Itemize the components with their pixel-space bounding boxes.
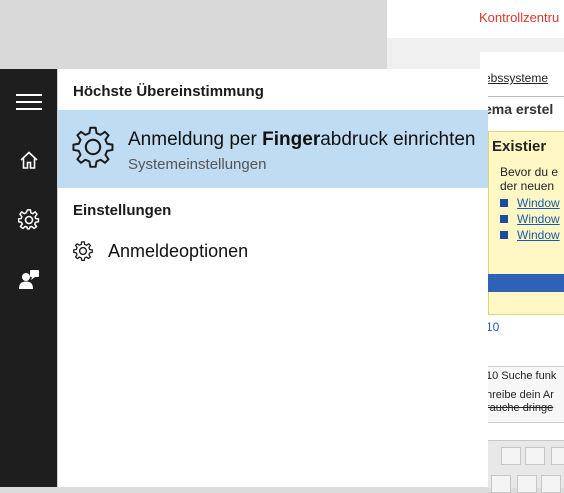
- paste-text-icon[interactable]: [525, 447, 545, 465]
- desktop-background: [0, 0, 387, 69]
- description-line: rauche dringe: [486, 402, 554, 414]
- gear-icon: [72, 126, 114, 168]
- paste-icon[interactable]: [501, 447, 521, 465]
- settings-result-label: Anmeldeoptionen: [108, 241, 249, 261]
- toolbar-button[interactable]: [551, 447, 564, 465]
- feedback-person-icon: [18, 270, 39, 289]
- info-box-link[interactable]: Window: [500, 212, 560, 226]
- bold-icon[interactable]: [491, 475, 511, 493]
- align-left-icon[interactable]: [517, 475, 537, 493]
- gear-icon: [73, 241, 93, 261]
- info-box-title: Existier: [492, 138, 547, 155]
- home-button[interactable]: [0, 136, 57, 184]
- start-nav-rail: [0, 69, 57, 487]
- best-match-subtitle: Systemeinstellungen: [128, 156, 267, 173]
- home-icon: [19, 151, 38, 169]
- info-box-text-2: der neuen: [500, 179, 555, 193]
- info-box-text-1: Bevor du e: [500, 165, 559, 179]
- hamburger-menu-icon: [15, 94, 42, 110]
- align-center-icon[interactable]: [541, 475, 561, 493]
- control-center-link[interactable]: Kontrollzentru: [479, 10, 559, 25]
- info-box-link[interactable]: Window: [500, 228, 560, 242]
- settings-section-header: Einstellungen: [73, 202, 172, 219]
- breadcrumb[interactable]: ebssysteme: [484, 71, 548, 85]
- article-content: ebssysteme ema erstel Existier Bevor du …: [480, 52, 564, 487]
- settings-button[interactable]: [0, 196, 57, 244]
- settings-result-anmeldeoptionen[interactable]: Anmeldeoptionen: [58, 233, 488, 271]
- best-match-title: Anmeldung per Fingerabdruck einrichten: [128, 129, 476, 150]
- editor-toolbar: [487, 440, 564, 493]
- blue-banner: [488, 274, 564, 292]
- divider: [480, 96, 564, 97]
- feedback-button[interactable]: [0, 256, 57, 304]
- description-line: hreibe dein Ar: [486, 389, 554, 401]
- number-text: 10: [486, 320, 500, 334]
- settings-icon: [17, 209, 39, 230]
- best-match-header: Höchste Übereinstimmung: [73, 83, 264, 100]
- article-heading: ema erstel: [484, 101, 554, 117]
- search-function-label: 10 Suche funk: [486, 370, 557, 382]
- best-match-result[interactable]: Anmeldung per Fingerabdruck einrichten S…: [58, 110, 488, 188]
- info-box-link[interactable]: Window: [500, 196, 560, 210]
- search-results-panel: Höchste Übereinstimmung Anmeldung per Fi…: [57, 69, 488, 487]
- hamburger-menu-button[interactable]: [0, 78, 57, 126]
